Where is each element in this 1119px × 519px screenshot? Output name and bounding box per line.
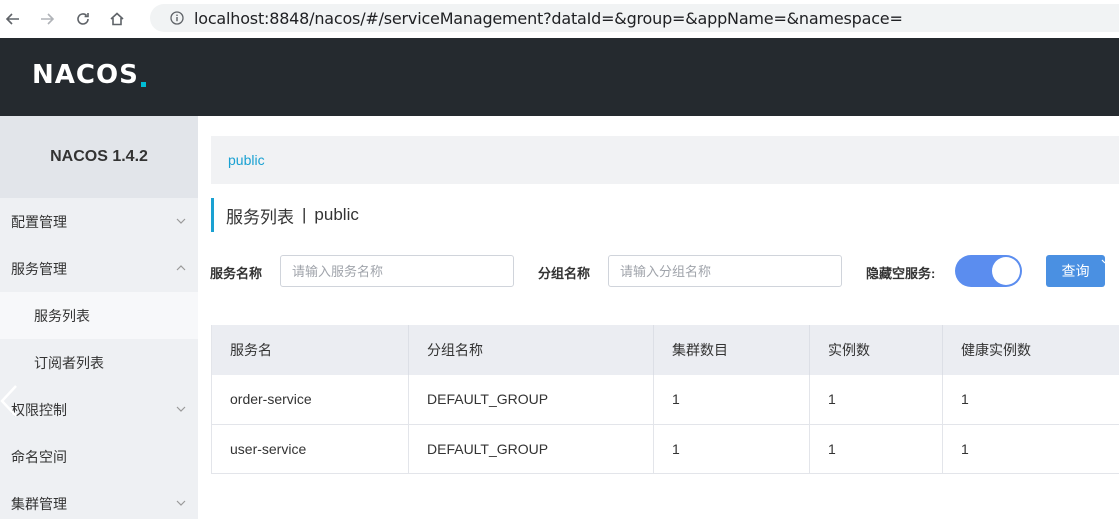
collapse-arrow-icon[interactable] — [0, 384, 20, 418]
cell-service-name: order-service — [211, 375, 409, 425]
logo-text: NACOS — [32, 60, 139, 90]
cell-healthy-instance-count: 1 — [942, 424, 1119, 474]
page-title-text: 服务列表 — [226, 207, 294, 227]
cell-healthy-instance-count: 1 — [942, 375, 1119, 425]
sidebar-item-label: 服务列表 — [34, 307, 90, 324]
toggle-knob — [992, 257, 1020, 285]
page-title: 服务列表 | public — [211, 198, 359, 232]
namespace-link[interactable]: public — [228, 152, 265, 168]
home-icon[interactable] — [106, 8, 128, 30]
sidebar-item-config-management[interactable]: 配置管理 — [0, 198, 198, 245]
chevron-down-icon — [176, 500, 186, 506]
query-button[interactable]: 查询 — [1046, 255, 1106, 287]
reload-icon[interactable] — [72, 8, 94, 30]
column-header-service-name[interactable]: 服务名 — [211, 325, 409, 375]
service-name-label: 服务名称 — [210, 266, 263, 281]
info-icon[interactable] — [170, 11, 184, 25]
sidebar-item-service-list[interactable]: 服务列表 — [0, 292, 198, 339]
sidebar: NACOS 1.4.2 配置管理 服务管理 服务列表 订阅者列表 权限控制 命名… — [0, 116, 198, 519]
nacos-logo[interactable]: NACOS — [32, 60, 146, 90]
cell-group-name: DEFAULT_GROUP — [408, 424, 654, 474]
chevron-down-icon — [176, 406, 186, 412]
chevron-down-icon — [176, 218, 186, 224]
column-header-instance-count[interactable]: 实例数 — [809, 325, 943, 375]
chevron-icon — [1101, 259, 1106, 264]
cell-instance-count: 1 — [809, 375, 943, 425]
page-title-namespace: public — [314, 205, 359, 224]
cell-instance-count: 1 — [809, 424, 943, 474]
query-button-label: 查询 — [1061, 263, 1090, 279]
sidebar-item-service-management[interactable]: 服务管理 — [0, 245, 198, 292]
table-header-row: 服务名 分组名称 集群数目 实例数 健康实例数 — [211, 325, 1119, 375]
cell-cluster-count: 1 — [653, 375, 810, 425]
sidebar-item-cluster-management[interactable]: 集群管理 — [0, 480, 198, 519]
group-name-label: 分组名称 — [538, 266, 591, 281]
column-header-healthy-instance-count[interactable]: 健康实例数 — [942, 325, 1119, 375]
sidebar-item-access-control[interactable]: 权限控制 — [0, 386, 198, 433]
back-arrow-icon[interactable] — [2, 8, 24, 30]
namespace-bar: public — [211, 136, 1119, 184]
hide-empty-toggle[interactable] — [955, 255, 1022, 287]
title-separator: | — [302, 205, 307, 224]
cell-service-name: user-service — [211, 424, 409, 474]
group-name-input[interactable] — [608, 255, 842, 287]
sidebar-item-label: 命名空间 — [11, 448, 67, 465]
hide-empty-label: 隐藏空服务: — [866, 266, 936, 281]
sidebar-item-label: 集群管理 — [11, 495, 67, 512]
sidebar-version: NACOS 1.4.2 — [0, 116, 198, 198]
sidebar-item-namespace[interactable]: 命名空间 — [0, 433, 198, 480]
service-table: 服务名 分组名称 集群数目 实例数 健康实例数 order-service DE… — [211, 325, 1119, 474]
browser-toolbar: localhost:8848/nacos/#/serviceManagement… — [0, 0, 1119, 38]
cell-cluster-count: 1 — [653, 424, 810, 474]
url-text: localhost:8848/nacos/#/serviceManagement… — [194, 8, 903, 28]
chevron-up-icon — [176, 265, 186, 271]
sidebar-item-label: 订阅者列表 — [34, 354, 104, 371]
cell-group-name: DEFAULT_GROUP — [408, 375, 654, 425]
sidebar-item-subscriber-list[interactable]: 订阅者列表 — [0, 339, 198, 386]
app-header: NACOS — [0, 38, 1119, 116]
column-header-cluster-count[interactable]: 集群数目 — [653, 325, 810, 375]
table-row[interactable]: user-service DEFAULT_GROUP 1 1 1 — [211, 424, 1119, 474]
column-header-group-name[interactable]: 分组名称 — [408, 325, 654, 375]
forward-arrow-icon[interactable] — [36, 8, 58, 30]
address-bar[interactable]: localhost:8848/nacos/#/serviceManagement… — [150, 4, 1119, 32]
sidebar-item-label: 配置管理 — [11, 213, 67, 230]
table-row[interactable]: order-service DEFAULT_GROUP 1 1 1 — [211, 375, 1119, 425]
service-name-input[interactable] — [280, 255, 514, 287]
logo-dot — [140, 81, 146, 87]
sidebar-item-label: 服务管理 — [11, 260, 67, 277]
